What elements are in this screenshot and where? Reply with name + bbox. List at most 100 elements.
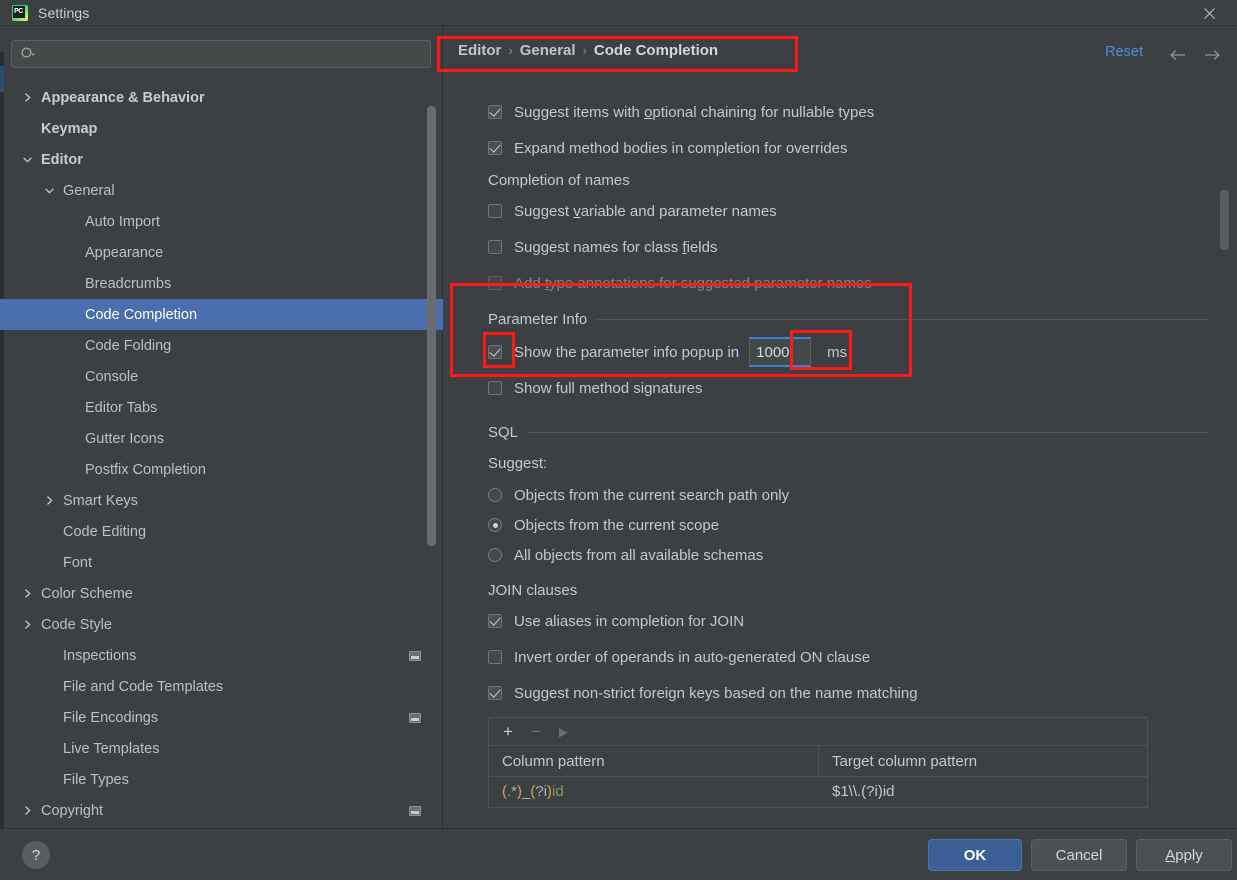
parameter-info-delay-input[interactable] — [749, 337, 812, 367]
checkbox-suggest-non-strict-fk[interactable] — [488, 686, 502, 700]
chevron-right-icon[interactable] — [22, 92, 33, 103]
checkbox-row[interactable]: Use aliases in completion for JOIN — [488, 607, 1209, 635]
section-divider — [597, 319, 1209, 320]
checkbox-row[interactable]: Suggest non-strict foreign keys based on… — [488, 679, 1209, 707]
search-input[interactable] — [40, 46, 430, 62]
column-header-target-column-pattern[interactable]: Target column pattern — [819, 746, 1147, 777]
radio-row[interactable]: Objects from the current scope — [488, 510, 1209, 540]
table-header-row: Column pattern Target column pattern — [489, 745, 1147, 777]
checkbox-label: Invert order of operands in auto-generat… — [514, 648, 871, 666]
cell-target-column-pattern[interactable]: $1\\.(?i)id — [819, 777, 1147, 807]
forward-navigation-button[interactable] — [1199, 42, 1225, 68]
add-row-button[interactable]: + — [503, 723, 513, 740]
sidebar-item-general[interactable]: General — [0, 175, 443, 206]
checkbox-expand-method-bodies[interactable] — [488, 141, 502, 155]
sidebar-item-editor-tabs[interactable]: Editor Tabs — [0, 392, 443, 423]
apply-label-rest: pply — [1175, 846, 1203, 864]
checkbox-suggest-optional-chaining[interactable] — [488, 105, 502, 119]
sidebar-item-keymap[interactable]: Keymap — [0, 113, 443, 144]
chevron-right-icon[interactable] — [22, 619, 33, 630]
chevron-down-icon[interactable] — [44, 185, 55, 196]
sidebar-item-file-encodings[interactable]: File Encodings — [0, 702, 443, 733]
sidebar-item-copyright[interactable]: Copyright — [0, 795, 443, 826]
sidebar-item-file-types[interactable]: File Types — [0, 764, 443, 795]
sidebar-item-smart-keys[interactable]: Smart Keys — [0, 485, 443, 516]
column-header-column-pattern[interactable]: Column pattern — [489, 745, 819, 777]
sidebar-item-editor[interactable]: Editor — [0, 144, 443, 175]
table-row[interactable]: (.*)_(?i)id $1\\.(?i)id — [489, 777, 1147, 807]
sidebar-item-code-editing[interactable]: Code Editing — [0, 516, 443, 547]
sidebar-scrollbar-thumb[interactable] — [427, 106, 436, 546]
sidebar-item-label: Breadcrumbs — [85, 275, 172, 292]
chevron-right-icon[interactable] — [22, 805, 33, 816]
sidebar-item-inspections[interactable]: Inspections — [0, 640, 443, 671]
sidebar-item-file-and-code-templates[interactable]: File and Code Templates — [0, 671, 443, 702]
checkbox-suggest-variable-names[interactable] — [488, 204, 502, 218]
settings-dialog: PC Settings Appearance & Behavior Keymap E… — [0, 0, 1237, 880]
checkbox-row[interactable]: Suggest items with optional chaining for… — [488, 98, 1209, 126]
sidebar-item-gutter-icons[interactable]: Gutter Icons — [0, 423, 443, 454]
breadcrumb-item-general[interactable]: General — [520, 42, 576, 59]
sidebar-item-label: Code Style — [41, 616, 112, 633]
chevron-right-icon[interactable] — [44, 495, 55, 506]
checkbox-row[interactable]: Invert order of operands in auto-generat… — [488, 643, 1209, 671]
checkbox-use-aliases-join[interactable] — [488, 614, 502, 628]
checkbox-row[interactable]: Suggest names for class fields — [488, 233, 1209, 261]
sidebar-item-color-scheme[interactable]: Color Scheme — [0, 578, 443, 609]
sidebar-item-live-templates[interactable]: Live Templates — [0, 733, 443, 764]
close-icon[interactable] — [1189, 0, 1229, 26]
radio-objects-current-scope[interactable] — [488, 518, 502, 532]
arrow-right-icon — [1205, 50, 1220, 60]
cell-column-pattern[interactable]: (.*)_(?i)id — [489, 777, 819, 807]
sidebar-item-appearance[interactable]: Appearance — [0, 237, 443, 268]
checkbox-label: Suggest variable and parameter names — [514, 202, 777, 220]
sidebar-item-label: Code Editing — [63, 523, 147, 540]
radio-row[interactable]: All objects from all available schemas — [488, 540, 1209, 570]
main-scrollbar-thumb[interactable] — [1220, 190, 1229, 250]
chevron-right-icon[interactable] — [22, 588, 33, 599]
checkbox-row[interactable]: Expand method bodies in completion for o… — [488, 134, 1209, 162]
section-title: Parameter Info — [488, 311, 588, 328]
sidebar-item-font[interactable]: Font — [0, 547, 443, 578]
sidebar-scrollbar-track[interactable] — [427, 84, 439, 784]
chevron-down-icon[interactable] — [22, 154, 33, 165]
sidebar-item-console[interactable]: Console — [0, 361, 443, 392]
reset-link[interactable]: Reset — [1105, 44, 1143, 60]
sidebar-item-code-style[interactable]: Code Style — [0, 609, 443, 640]
breadcrumb: Editor › General › Code Completion — [458, 42, 718, 59]
search-field[interactable] — [11, 40, 431, 68]
breadcrumb-item-editor[interactable]: Editor — [458, 42, 501, 59]
radio-all-objects-all-schemas[interactable] — [488, 548, 502, 562]
checkbox-row[interactable]: Show full method signatures — [488, 374, 1209, 402]
settings-tree[interactable]: Appearance & Behavior Keymap Editor General… — [0, 82, 443, 828]
help-button[interactable]: ? — [22, 841, 50, 869]
ok-button[interactable]: OK — [928, 839, 1022, 871]
sidebar-item-label: Editor Tabs — [85, 399, 158, 416]
sidebar-item-label: Code Completion — [85, 306, 198, 323]
checkbox-row[interactable]: Suggest variable and parameter names — [488, 197, 1209, 225]
checkbox-show-full-method-signatures[interactable] — [488, 381, 502, 395]
main-scrollbar-track[interactable] — [1220, 106, 1233, 821]
checkbox-invert-operand-order[interactable] — [488, 650, 502, 664]
section-parameter-info: Parameter Info — [488, 311, 1209, 328]
settings-content-scroll: Suggest items with optional chaining for… — [444, 98, 1237, 828]
checkbox-show-parameter-info-popup[interactable] — [488, 345, 502, 359]
sidebar-item-postfix-completion[interactable]: Postfix Completion — [0, 454, 443, 485]
breadcrumb-item-code-completion[interactable]: Code Completion — [594, 42, 718, 59]
sidebar-item-breadcrumbs[interactable]: Breadcrumbs — [0, 268, 443, 299]
cancel-button[interactable]: Cancel — [1031, 839, 1127, 871]
sidebar-item-code-folding[interactable]: Code Folding — [0, 330, 443, 361]
sidebar-item-appearance-behavior[interactable]: Appearance & Behavior — [0, 82, 443, 113]
radio-objects-current-search-path[interactable] — [488, 488, 502, 502]
radio-row[interactable]: Objects from the current search path onl… — [488, 480, 1209, 510]
sidebar-item-auto-import[interactable]: Auto Import — [0, 206, 443, 237]
sidebar-item-label: Editor — [41, 151, 83, 168]
checkbox-label: Show the parameter info popup in — [514, 343, 740, 361]
apply-button[interactable]: Apply — [1136, 839, 1232, 871]
checkbox-suggest-class-field-names[interactable] — [488, 240, 502, 254]
sidebar-item-code-completion[interactable]: Code Completion — [0, 299, 443, 330]
back-navigation-button[interactable] — [1165, 42, 1191, 68]
section-title: SQL — [488, 424, 519, 441]
